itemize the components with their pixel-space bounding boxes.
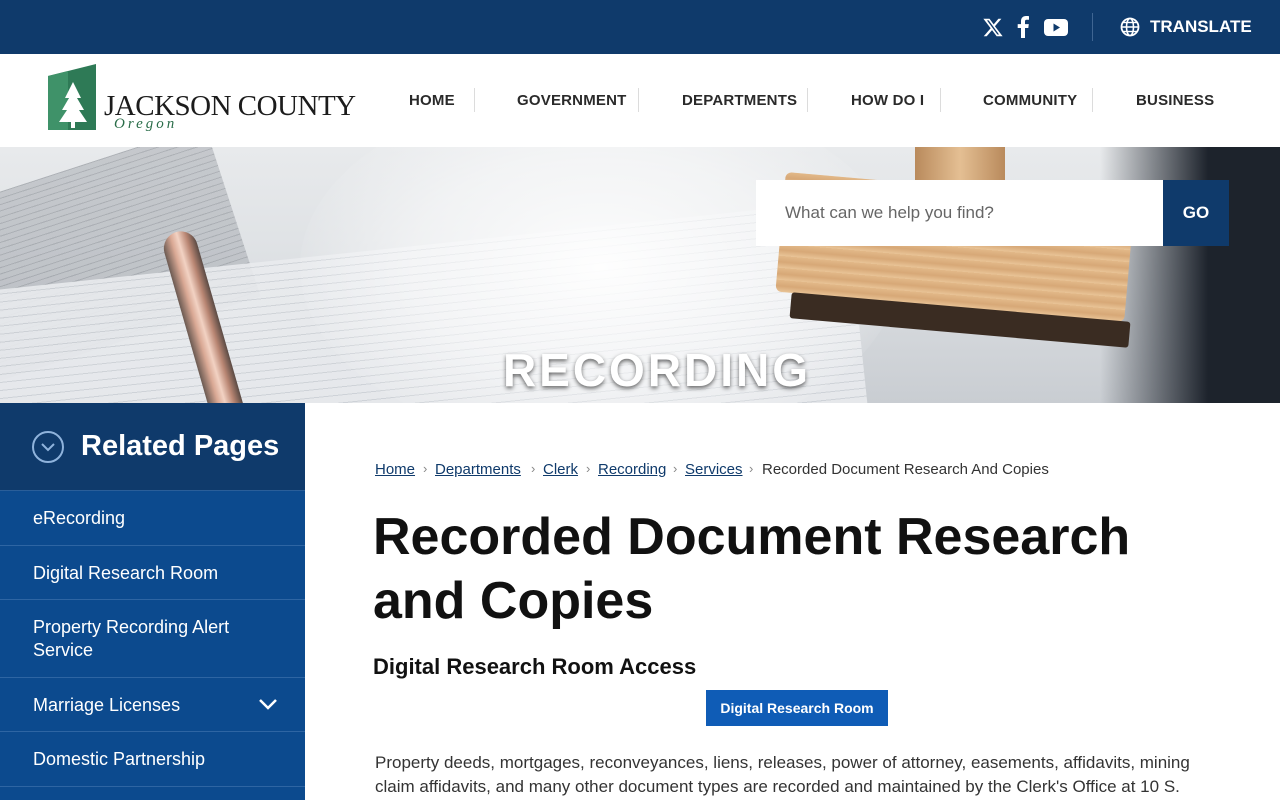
breadcrumb-home[interactable]: Home: [375, 461, 415, 478]
sidebar-item-property-recording-alert[interactable]: Property Recording Alert Service: [0, 600, 305, 678]
digital-research-room-button[interactable]: Digital Research Room: [706, 690, 888, 726]
sidebar-item-digital-research-room[interactable]: Digital Research Room: [0, 546, 305, 600]
nav-community[interactable]: COMMUNITY: [983, 92, 1077, 109]
nav-separator: [940, 88, 941, 112]
hero-title: RECORDING: [502, 344, 812, 396]
section-title: Digital Research Room Access: [373, 654, 697, 679]
breadcrumb-services[interactable]: Services: [685, 461, 743, 478]
nav-separator: [638, 88, 639, 112]
nav-how-do-i[interactable]: HOW DO I: [851, 92, 924, 109]
breadcrumb-clerk[interactable]: Clerk: [543, 461, 578, 478]
top-utility-bar: TRANSLATE: [0, 0, 1280, 54]
youtube-icon[interactable]: [1042, 14, 1070, 40]
sidebar-item-domestic-partnership[interactable]: Domestic Partnership: [0, 732, 305, 787]
search-input[interactable]: [756, 180, 1163, 246]
site-header: JACKSON COUNTY Oregon HOME GOVERNMENT DE…: [0, 54, 1280, 147]
globe-icon: [1120, 17, 1140, 37]
facebook-icon[interactable]: [1009, 14, 1037, 40]
breadcrumb-recording[interactable]: Recording: [598, 461, 666, 478]
breadcrumb-separator-icon: ›: [749, 461, 754, 476]
page-title: Recorded Document Research and Copies: [373, 508, 1131, 630]
sidebar-item-label: eRecording: [33, 508, 126, 528]
nav-departments[interactable]: DEPARTMENTS: [682, 92, 797, 109]
pine-tree-logo-icon: [48, 64, 96, 130]
breadcrumb-separator-icon: ›: [586, 461, 591, 476]
breadcrumb-separator-icon: ›: [531, 461, 536, 476]
sidebar-item-erecording[interactable]: eRecording: [0, 491, 305, 546]
breadcrumb-separator-icon: ›: [673, 461, 678, 476]
nav-business[interactable]: BUSINESS: [1136, 92, 1214, 109]
breadcrumb-separator-icon: ›: [423, 461, 428, 476]
sidebar-item-label: Digital Research Room: [33, 563, 219, 583]
x-twitter-icon[interactable]: [979, 14, 1007, 40]
nav-home[interactable]: HOME: [409, 92, 455, 109]
sidebar-item-label: Property Recording Alert Service: [33, 617, 230, 660]
nav-separator: [1092, 88, 1093, 112]
sidebar-item-marriage-licenses[interactable]: Marriage Licenses: [0, 678, 305, 732]
chevron-down-icon[interactable]: [258, 698, 278, 711]
translate-label: TRANSLATE: [1150, 17, 1252, 36]
translate-button[interactable]: TRANSLATE: [1120, 15, 1252, 39]
logo-subtitle: Oregon: [114, 116, 178, 132]
breadcrumb-departments[interactable]: Departments: [435, 461, 521, 478]
nav-separator: [807, 88, 808, 112]
breadcrumb-current: Recorded Document Research And Copies: [762, 461, 1049, 478]
nav-government[interactable]: GOVERNMENT: [517, 92, 627, 109]
body-paragraph: Property deeds, mortgages, reconveyances…: [375, 753, 1190, 796]
jackson-county-logo[interactable]: JACKSON COUNTY Oregon: [48, 64, 356, 136]
sidebar-header: Related Pages: [0, 403, 305, 491]
site-search: GO: [756, 180, 1229, 246]
collapse-circle-icon[interactable]: [32, 431, 64, 463]
sidebar-item-label: Marriage Licenses: [33, 695, 181, 715]
sidebar-item-label: Domestic Partnership: [33, 749, 206, 769]
related-pages-sidebar: Related Pages eRecording Digital Researc…: [0, 403, 305, 800]
nav-separator: [474, 88, 475, 112]
topbar-divider: [1092, 13, 1093, 41]
search-go-button[interactable]: GO: [1163, 180, 1229, 246]
sidebar-title: Related Pages: [81, 430, 280, 462]
